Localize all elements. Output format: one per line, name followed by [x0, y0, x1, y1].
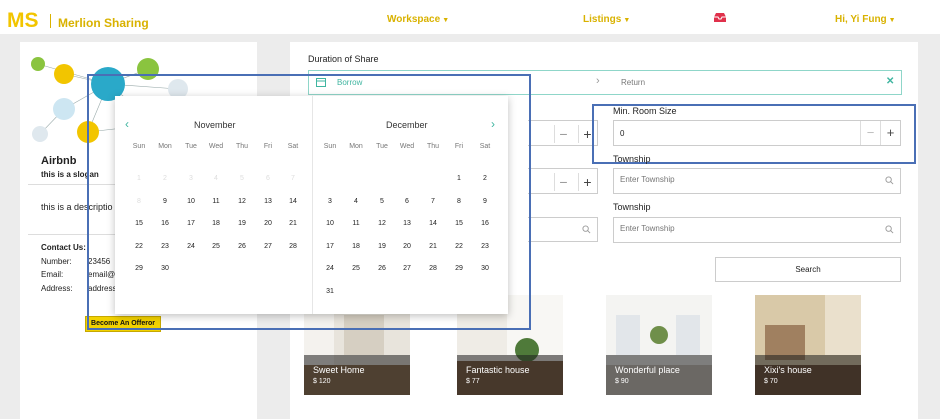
- arrow-right-icon: ›: [596, 75, 600, 87]
- township-input[interactable]: [613, 217, 901, 243]
- search-icon: [582, 225, 591, 234]
- stepper-field[interactable]: − +: [528, 120, 598, 146]
- caret-down-icon: ▼: [888, 17, 896, 24]
- minus-icon[interactable]: −: [554, 125, 572, 143]
- township-text-input[interactable]: [620, 224, 870, 233]
- listing-price: $ 70: [764, 378, 778, 385]
- return-date-input[interactable]: Return: [621, 78, 645, 87]
- township-text-input[interactable]: [620, 175, 870, 184]
- township-label: Township: [613, 202, 651, 212]
- stepper-field[interactable]: − +: [528, 168, 598, 194]
- clear-dates-icon[interactable]: ✕: [886, 76, 894, 87]
- listing-price: $ 77: [466, 378, 480, 385]
- listing-caption: [457, 355, 563, 395]
- inbox-icon[interactable]: [713, 12, 727, 23]
- search-button[interactable]: Search: [715, 257, 901, 282]
- contact-email-label: Email:: [41, 270, 64, 279]
- township-input[interactable]: [528, 217, 598, 242]
- listing-name: Wonderful place: [615, 365, 680, 375]
- nav-listings-label: Listings: [583, 14, 622, 25]
- merlion-logo[interactable]: MS: [6, 6, 46, 32]
- nav-user-menu[interactable]: Hi, Yi Fung ▼: [835, 14, 896, 25]
- contact-address-label: Address:: [41, 284, 73, 293]
- logo-separator: [50, 14, 51, 28]
- minus-icon[interactable]: −: [554, 173, 572, 191]
- caret-down-icon: ▼: [623, 17, 631, 24]
- listing-name: Sweet Home: [313, 365, 365, 375]
- contact-title: Contact Us:: [41, 243, 86, 252]
- caret-down-icon: ▼: [442, 17, 450, 24]
- nav-listings[interactable]: Listings ▼: [583, 14, 630, 25]
- listing-name: Fantastic house: [466, 365, 530, 375]
- plus-icon[interactable]: +: [578, 173, 596, 191]
- listing-card[interactable]: Xixi's house $ 70: [755, 295, 861, 395]
- listing-name: Xixi's house: [764, 365, 812, 375]
- listing-price: $ 90: [615, 378, 629, 385]
- nav-user-label: Hi, Yi Fung: [835, 14, 887, 25]
- listing-caption: [304, 355, 410, 395]
- listing-price: $ 120: [313, 378, 331, 385]
- highlight-box: [87, 74, 531, 330]
- contact-number-label: Number:: [41, 257, 72, 266]
- listing-card[interactable]: Wonderful place $ 90: [606, 295, 712, 395]
- listing-caption: [755, 355, 861, 395]
- brand-name: Merlion Sharing: [58, 16, 149, 30]
- logo-text: MS: [7, 9, 39, 32]
- nav-workspace-label: Workspace: [387, 14, 441, 25]
- search-icon: [885, 176, 894, 185]
- company-name: Airbnb: [41, 155, 77, 167]
- nav-workspace[interactable]: Workspace ▼: [387, 14, 449, 25]
- search-icon: [885, 225, 894, 234]
- township-label: Township: [613, 154, 651, 164]
- listing-caption: [606, 355, 712, 395]
- township-input[interactable]: [613, 168, 901, 194]
- duration-label: Duration of Share: [308, 54, 379, 64]
